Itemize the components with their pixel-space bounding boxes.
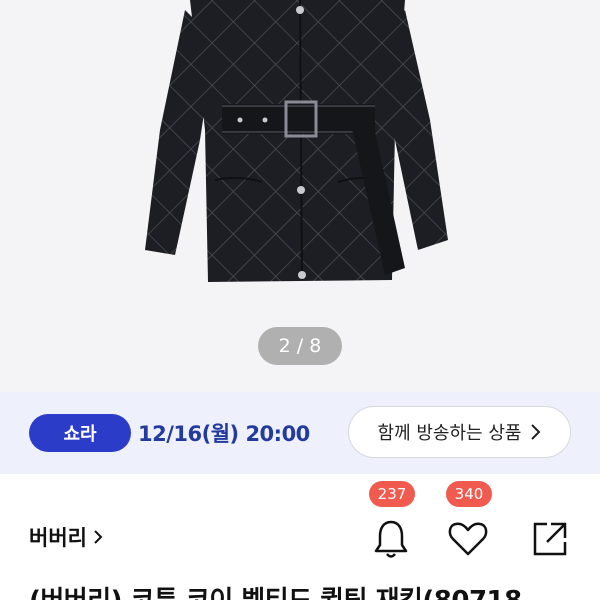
product-title: (버버리) 코튼 코이 벨티드 퀼팅 재킷(80718: [29, 580, 522, 600]
brand-name: 버버리: [29, 526, 87, 550]
alarm-button[interactable]: [364, 500, 418, 560]
heart-icon: [448, 522, 488, 556]
related-products-button[interactable]: 함께 방송하는 상품: [348, 406, 571, 458]
broadcast-datetime: 12/16(월) 20:00: [138, 422, 310, 446]
chevron-right-icon: [94, 530, 103, 544]
like-button[interactable]: [441, 500, 495, 560]
share-button[interactable]: [522, 500, 576, 560]
related-products-label: 함께 방송하는 상품: [377, 423, 522, 444]
bell-icon: [374, 520, 408, 558]
live-badge[interactable]: 쇼라: [29, 414, 131, 452]
chevron-right-icon: [531, 424, 541, 440]
brand-link[interactable]: 버버리: [29, 522, 103, 552]
share-icon: [533, 522, 567, 556]
image-counter: 2 / 8: [258, 327, 342, 365]
product-image-gallery[interactable]: 2 / 8: [0, 0, 600, 392]
